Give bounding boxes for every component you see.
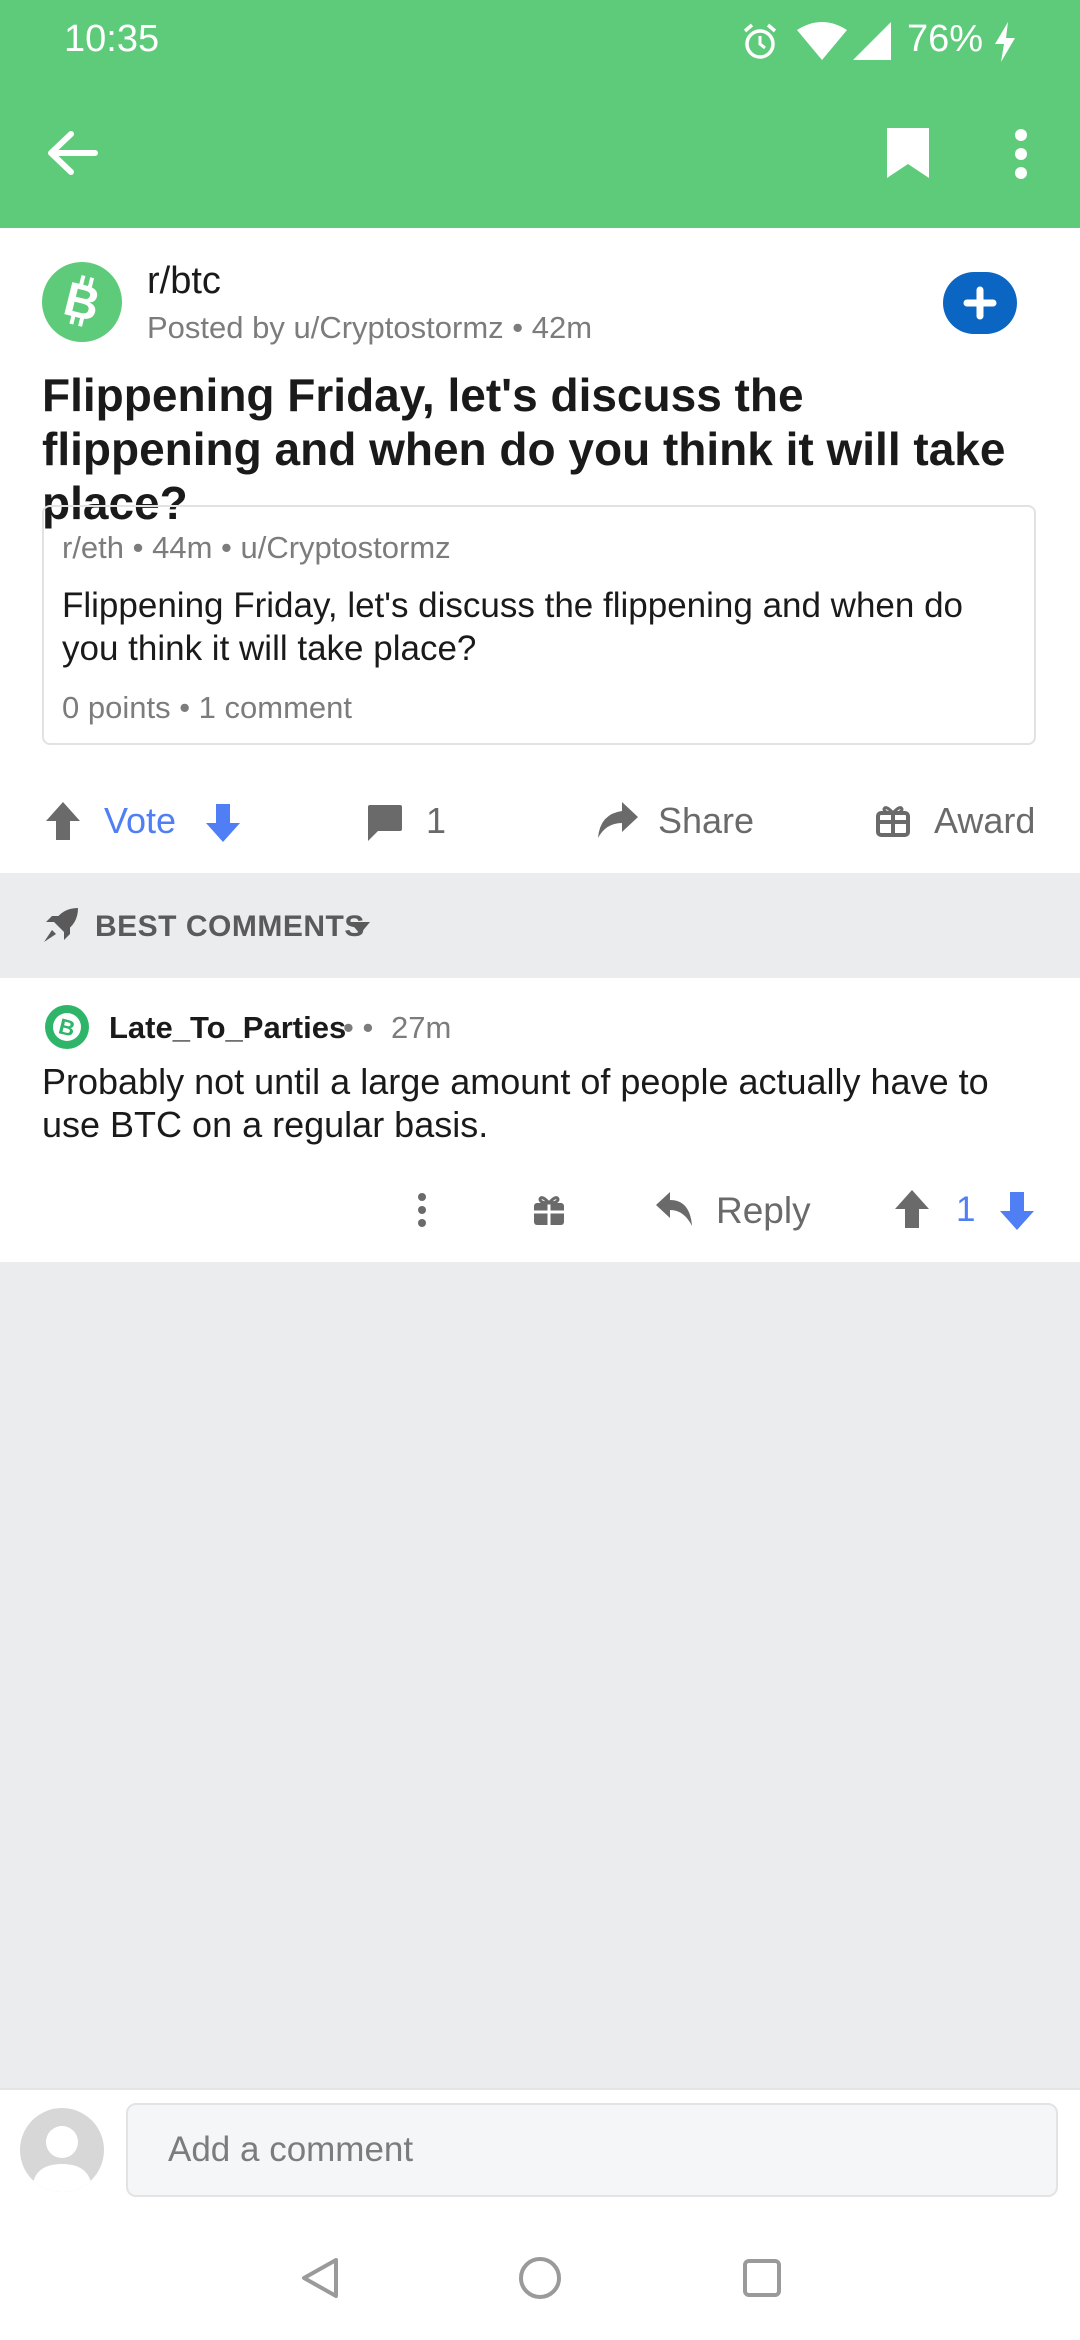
upvote-icon[interactable] <box>44 800 82 842</box>
crosspost-meta: r/eth • 44m • u/Cryptostormz <box>62 530 451 565</box>
user-avatar[interactable] <box>20 2108 104 2192</box>
more-vert-icon[interactable] <box>416 1192 428 1228</box>
upvote-icon[interactable] <box>893 1188 931 1230</box>
signal-icon <box>853 22 891 60</box>
downvote-icon[interactable] <box>204 802 242 844</box>
alarm-icon <box>743 23 777 59</box>
vote-label: Vote <box>104 800 177 841</box>
empty-comments-area <box>0 1262 1080 2088</box>
comment-time: 27m <box>391 1010 452 1045</box>
comment-author[interactable]: Late_To_Parties <box>109 1010 346 1046</box>
chevron-down-icon[interactable] <box>349 921 371 935</box>
add-comment-input[interactable] <box>126 2103 1058 2197</box>
comment-score: 1 <box>956 1190 976 1229</box>
plus-icon <box>963 286 997 320</box>
nav-back-icon[interactable] <box>300 2256 340 2300</box>
charging-icon <box>995 22 1015 62</box>
nav-recents-icon[interactable] <box>742 2258 782 2298</box>
reply-icon[interactable] <box>654 1190 694 1228</box>
bitcoin-icon: B <box>53 1013 81 1042</box>
share-label[interactable]: Share <box>658 800 754 842</box>
award-label[interactable]: Award <box>934 800 1035 842</box>
reply-button[interactable]: Reply <box>716 1190 811 1232</box>
downvote-icon[interactable] <box>998 1190 1036 1232</box>
bookmark-icon[interactable] <box>885 126 931 180</box>
nav-home-icon[interactable] <box>518 2256 562 2300</box>
sort-label[interactable]: BEST COMMENTS <box>95 910 365 944</box>
subreddit-name[interactable]: r/btc <box>147 260 221 303</box>
comment-count[interactable]: 1 <box>426 800 446 842</box>
post-byline: Posted by u/Cryptostormz • 42m <box>147 310 593 345</box>
share-icon[interactable] <box>596 800 640 840</box>
person-icon <box>32 2126 92 2192</box>
comment-body: Probably not until a large amount of peo… <box>42 1061 989 1145</box>
crosspost-title: Flippening Friday, let's discuss the fli… <box>62 586 964 668</box>
award-icon[interactable] <box>876 803 910 837</box>
wifi-icon <box>797 22 847 60</box>
comment-author-avatar[interactable]: B <box>45 1005 89 1049</box>
subreddit-avatar[interactable]: B <box>42 262 122 342</box>
status-time: 10:35 <box>64 18 160 60</box>
more-vert-icon[interactable] <box>1014 128 1028 180</box>
comment-icon[interactable] <box>364 803 404 843</box>
back-arrow-icon[interactable] <box>45 128 101 178</box>
crosspost-stats: 0 points • 1 comment <box>62 690 352 725</box>
award-icon[interactable] <box>532 1193 566 1227</box>
join-subreddit-button[interactable] <box>943 272 1017 334</box>
rocket-icon <box>44 908 78 942</box>
battery-percent: 76% <box>907 18 984 60</box>
bitcoin-icon: B <box>59 273 105 333</box>
comment-meta-separator: • • <box>343 1010 374 1045</box>
